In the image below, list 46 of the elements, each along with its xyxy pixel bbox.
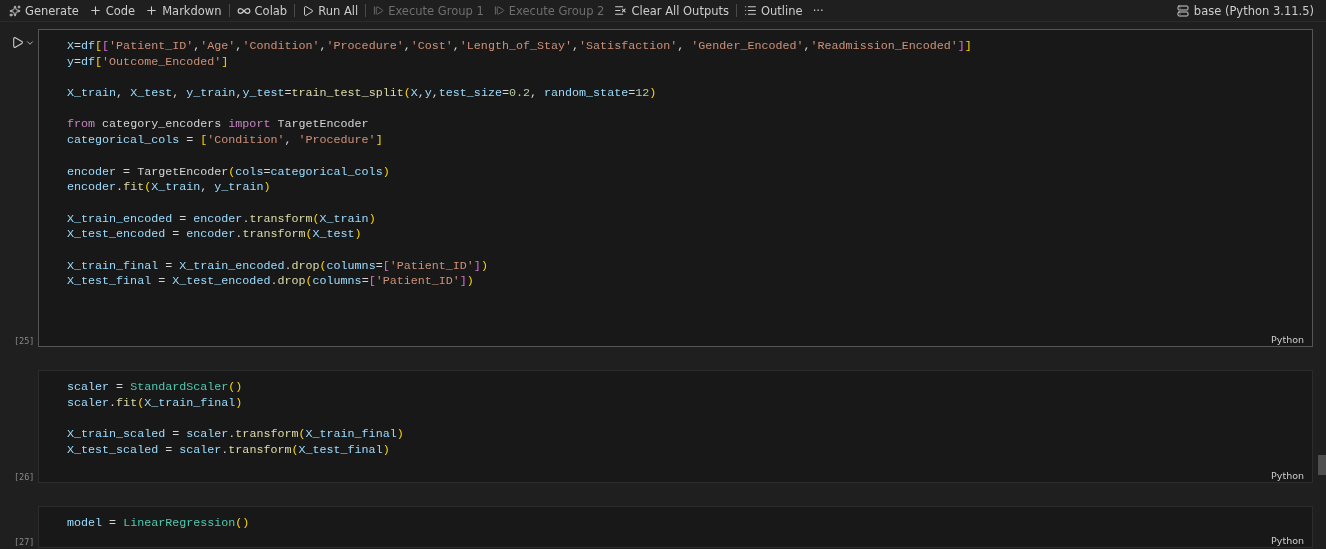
play-icon [11,36,24,49]
step-icon [373,5,385,16]
execution-count: [25] [14,336,35,346]
code-line: X_train, X_test, y_train,y_test=train_test_split(X,y,test_size=0.2, random_state=12) [67,86,658,102]
plus-icon [145,4,159,17]
kernel-picker[interactable]: base (Python 3.11.5) [1176,3,1314,18]
run-cell-button[interactable] [11,36,35,49]
code-line: X_train_encoded = encoder.transform(X_train) [67,211,377,228]
code-line: y=df['Outcome_Encoded'] [67,54,230,71]
code-line: scaler.fit(X_train_final) [67,395,244,412]
code-line: from category_encoders import TargetEncoder [67,117,370,134]
language-label[interactable]: Python [1271,535,1304,546]
toolbar-button[interactable]: Outline [739,0,808,21]
code-cell[interactable] [38,29,1313,347]
toolbar-button[interactable]: Run All [297,0,364,21]
plus-icon [88,4,102,17]
sparkle-icon [9,4,21,17]
code-line: X=df[['Patient_ID','Age','Condition','Procedure','Cost','Length_of_Stay','Satisfaction', 'Gender_Encoded','Readmission_Encoded']] [67,39,973,55]
play-icon [302,4,315,17]
clear-list-icon [614,4,628,17]
code-line: categorical_cols = ['Condition', 'Procedure'] [67,133,384,149]
code-cell[interactable]: model = LinearRegression() Python [38,506,1313,548]
code-line: X_test_final = X_test_encoded.drop(columns=['Patient_ID']) [67,274,475,291]
code-line: X_test_scaled = scaler.transform(X_test_final) [67,442,391,459]
execution-count: [26] [14,472,35,482]
scrollbar-thumb[interactable] [1318,455,1326,475]
step-icon [493,5,505,16]
code-line: X_train_final = X_train_encoded.drop(columns=['Patient_ID']) [67,258,489,275]
code-line: encoder = TargetEncoder(cols=categorical_cols) [67,164,391,181]
code-line: X_test_encoded = encoder.transform(X_test) [67,227,363,244]
toolbar-button[interactable]: Code [83,0,141,21]
code-line: X_train_scaled = scaler.transform(X_train_final) [67,427,405,443]
toolbar-button[interactable]: Clear All Outputs [609,0,734,21]
language-label[interactable]: Python [1271,470,1304,481]
list-icon [744,4,757,17]
toolbar-button[interactable]: Markdown [140,0,227,21]
toolbar-button[interactable]: Generate [4,0,84,21]
server-icon [1176,4,1189,17]
code-line: scaler = StandardScaler() [67,380,244,396]
toolbar-button[interactable]: ··· [807,0,829,21]
toolbar-button[interactable]: Colab [231,0,293,21]
code-cell[interactable]: scaler = StandardScaler() scaler.fit(X_train_final) X_train_scaled = scaler.transform(X_train_final) X_test_scaled = scaler.transform(X_test_final) Python [38,370,1313,483]
language-label[interactable]: Python [1271,334,1304,345]
execution-count: [27] [14,537,35,547]
code-line: encoder.fit(X_train, y_train) [67,180,272,196]
code-line: model = LinearRegression() [67,516,251,532]
